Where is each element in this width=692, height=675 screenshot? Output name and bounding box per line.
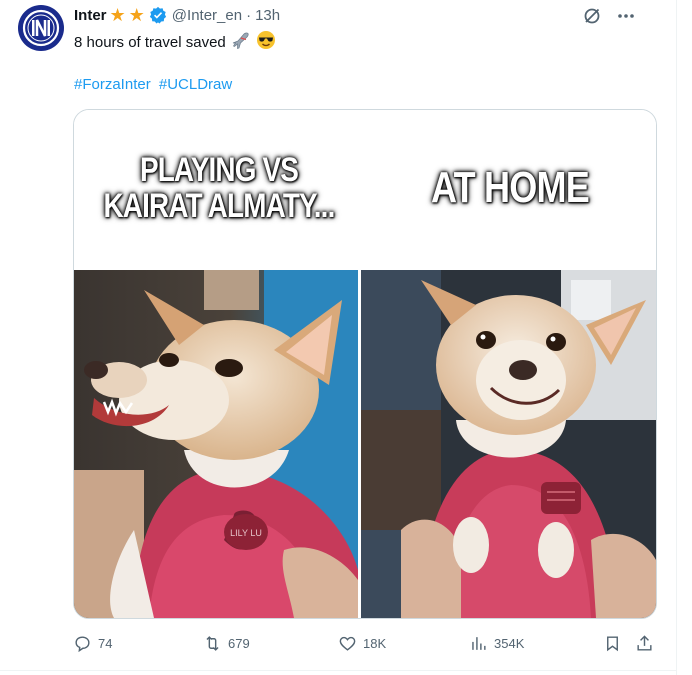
meme-caption-area: PLAYING VS KAIRAT ALMATY... AT HOME	[74, 110, 656, 270]
meme-caption-left: PLAYING VS KAIRAT ALMATY...	[100, 152, 338, 224]
verified-badge-icon	[149, 6, 167, 24]
hashtags: #ForzaInter #UCLDraw	[74, 75, 236, 95]
bookmark-button[interactable]	[603, 634, 622, 653]
share-icon	[637, 635, 652, 651]
dog-tag-text: LILY LU	[230, 528, 262, 538]
like-button[interactable]: 18K	[338, 634, 386, 653]
tweet-media[interactable]: PLAYING VS KAIRAT ALMATY... AT HOME LILY…	[73, 109, 657, 619]
tweet-header: Inter ★ ★ @Inter_en · 13h	[74, 4, 280, 26]
repost-icon	[206, 636, 219, 651]
share-button[interactable]	[635, 634, 654, 653]
reply-icon	[75, 636, 90, 653]
grok-icon[interactable]	[582, 6, 602, 31]
star-icon: ★	[109, 5, 126, 25]
like-count: 18K	[363, 636, 387, 651]
avatar[interactable]	[18, 5, 64, 51]
hashtag-link[interactable]: #UCLDraw	[159, 76, 232, 93]
repost-count: 679	[228, 636, 250, 651]
tweet-top-actions	[582, 6, 636, 31]
tweet-body: 8 hours of travel saved	[74, 34, 226, 51]
divider-line	[0, 670, 676, 671]
angry-chihuahua-image: LILY LU	[74, 270, 358, 618]
star-icon: ★	[128, 5, 145, 25]
inter-logo-icon	[22, 9, 60, 47]
reply-count: 74	[98, 636, 113, 651]
more-options-icon[interactable]	[616, 6, 636, 31]
caption-line: KAIRAT ALMATY...	[103, 187, 335, 225]
analytics-icon	[472, 637, 486, 650]
happy-chihuahua-image	[361, 270, 656, 618]
repost-button[interactable]: 679	[203, 634, 250, 653]
reply-button[interactable]: 74	[73, 634, 112, 653]
heart-icon	[339, 636, 356, 651]
hashtag-link[interactable]: #ForzaInter	[74, 76, 151, 93]
bookmark-icon	[607, 636, 618, 652]
airplane-icon	[231, 30, 251, 56]
author-handle[interactable]: @Inter_en	[172, 7, 242, 24]
author-name[interactable]: Inter	[74, 7, 107, 24]
meme-caption-right: AT HOME	[431, 163, 590, 212]
meme-photo-right	[361, 270, 656, 618]
tweet-actions: 74 679 18K 354K	[73, 628, 658, 658]
sunglasses-face-icon	[256, 30, 276, 56]
meme-photo-left: LILY LU	[74, 270, 358, 618]
tweet-text: 8 hours of travel saved	[74, 30, 276, 56]
views-button[interactable]: 354K	[469, 634, 524, 653]
timestamp[interactable]: 13h	[255, 7, 280, 24]
caption-line: PLAYING VS	[139, 151, 299, 189]
view-count: 354K	[494, 636, 525, 651]
tweet-card[interactable]: Inter ★ ★ @Inter_en · 13h 8 hours of tra…	[0, 0, 677, 675]
separator-dot: ·	[246, 6, 252, 24]
